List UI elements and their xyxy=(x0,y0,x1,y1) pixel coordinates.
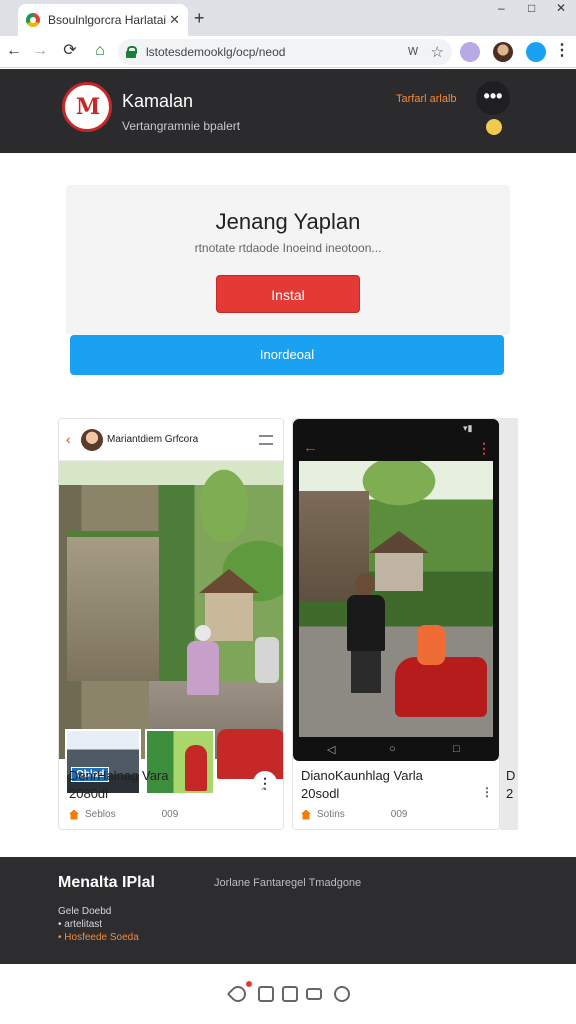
card-more-icon[interactable]: ⋮ xyxy=(481,785,493,799)
install-subtitle: rtnotate rtdaode Inoeind ineotoon... xyxy=(194,241,382,255)
refresh-icon[interactable] xyxy=(334,986,350,1002)
meta-label: Seblos xyxy=(85,809,116,820)
extension-icon[interactable] xyxy=(460,42,480,62)
site-footer: Menalta IPlal Jorlane Fantaregel Tmadgon… xyxy=(0,857,576,964)
mail-icon[interactable] xyxy=(306,988,322,1000)
footer-link[interactable]: • artelitast xyxy=(58,918,139,931)
post-header: ‹ Mariantdiem Grfcora xyxy=(59,419,283,461)
meta-count: 009 xyxy=(161,809,179,820)
site-logo[interactable]: M xyxy=(62,82,112,132)
photo-motorbike xyxy=(395,657,487,717)
profile-avatar[interactable] xyxy=(493,42,513,62)
phone-back-icon[interactable]: ← xyxy=(303,439,318,456)
avatar[interactable] xyxy=(81,429,103,451)
new-tab-button[interactable]: + xyxy=(194,8,205,28)
card-meta: Seblos 009 xyxy=(69,809,178,820)
footer-link[interactable]: Gele Doebd xyxy=(58,905,139,918)
phone-nav-bar: ◁ ○ □ xyxy=(293,741,499,761)
photo-car xyxy=(217,729,283,779)
forward-icon[interactable]: → xyxy=(30,40,50,62)
footer-brand: Menalta IPlal xyxy=(58,874,155,891)
thumbnail-2[interactable] xyxy=(145,729,215,795)
phone-menu-icon[interactable]: ⋮ xyxy=(477,440,491,457)
chevron-up-icon[interactable]: ⌃ xyxy=(259,785,269,799)
menu-icon[interactable] xyxy=(259,435,273,445)
peek-letter: D xyxy=(506,768,516,783)
site-header: M Kamalan Vertangramnie bpalert Tarfarl … xyxy=(0,69,576,153)
more-options-button[interactable]: ••• xyxy=(476,81,510,115)
post-photo[interactable]: Oblad ⋮ xyxy=(59,461,283,795)
meta-count: 009 xyxy=(390,809,408,820)
reload-icon[interactable]: ⟳ xyxy=(60,40,80,62)
footer-links: Gele Doebd • artelitast • Hosfeede Soeda xyxy=(58,905,139,944)
url-text: lstotesdemooklg/ocp/neod xyxy=(146,45,286,59)
footer-link[interactable]: • Hosfeede Soeda xyxy=(58,931,139,944)
save-icon[interactable] xyxy=(258,986,274,1002)
active-tab[interactable]: Bsoulnlgorcra Harlatai ✕ xyxy=(18,4,188,36)
site-tagline: Vertangramnie bpalert xyxy=(122,119,241,133)
browser-toolbar: ← → ⟳ ⌂ lstotesdemooklg/ocp/neod Ꮃ ☆ ⋮ xyxy=(0,36,576,68)
phone-app-bar: ← ⋮ xyxy=(293,437,499,463)
translate-icon[interactable]: Ꮃ xyxy=(408,46,419,59)
photo-rider xyxy=(255,637,279,683)
phone-photo xyxy=(299,461,493,737)
card-year: 20sodl xyxy=(301,786,340,801)
phone-screenshot[interactable]: ▾▮ ← ⋮ ◁ ○ □ xyxy=(293,419,499,761)
chrome-favicon-icon xyxy=(26,13,40,27)
phone-status-bar: ▾▮ xyxy=(293,419,499,437)
meta-label: Sotins xyxy=(317,809,345,820)
sync-icon[interactable] xyxy=(526,42,546,62)
peek-letter: 2 xyxy=(506,786,514,801)
notification-badge-icon[interactable] xyxy=(486,119,502,135)
card-year: 2080dl xyxy=(69,786,109,801)
close-window-icon[interactable]: ✕ xyxy=(556,2,566,16)
minimize-icon[interactable]: – xyxy=(498,2,505,16)
nav-back-icon[interactable]: ◁ xyxy=(327,743,335,756)
tab-title: Bsoulnlgorcra Harlatai xyxy=(48,13,166,27)
site-name: Kamalan xyxy=(122,91,194,111)
doc-icon[interactable] xyxy=(282,986,298,1002)
card-meta: Sotins 009 xyxy=(301,809,407,820)
tab-strip: Bsoulnlgorcra Harlatai ✕ + – □ ✕ xyxy=(0,0,576,36)
bottom-icon-bar xyxy=(0,964,576,1024)
maximize-icon[interactable]: □ xyxy=(528,2,535,16)
install-button[interactable]: Instal xyxy=(216,275,360,313)
home-icon xyxy=(69,809,79,820)
notification-dot xyxy=(246,981,252,987)
post-card-peek[interactable]: D 2 xyxy=(500,418,518,830)
download-button[interactable]: Inordeoal xyxy=(70,335,504,375)
address-bar[interactable]: lstotesdemooklg/ocp/neod Ꮃ ☆ xyxy=(118,39,452,65)
home-icon xyxy=(301,809,311,820)
card-title[interactable]: DianoKaunhlag Varla xyxy=(301,767,423,785)
bookmark-star-icon[interactable]: ☆ xyxy=(431,43,444,61)
post-author[interactable]: Mariantdiem Grfcora xyxy=(107,434,198,445)
lock-icon xyxy=(126,46,137,58)
footer-description: Jorlane Fantaregel Tmadgone xyxy=(214,877,362,889)
post-card-1[interactable]: ‹ Mariantdiem Grfcora Oblad ⋮ DenrHalnag… xyxy=(58,418,284,830)
photo-person xyxy=(185,625,221,695)
photo-wall xyxy=(67,531,159,681)
close-tab-icon[interactable]: ✕ xyxy=(169,12,180,28)
post-card-2[interactable]: ▾▮ ← ⋮ ◁ ○ □ DianoKaunhlag Varla 20sodl … xyxy=(292,418,500,830)
photo-man xyxy=(343,573,389,693)
signal-icon: ▾▮ xyxy=(463,423,473,433)
back-icon[interactable]: ← xyxy=(4,40,24,62)
nav-recent-icon[interactable]: □ xyxy=(453,743,460,755)
install-title: Jenang Yaplan xyxy=(215,209,361,234)
nav-home-icon[interactable]: ○ xyxy=(389,743,396,755)
back-icon[interactable]: ‹ xyxy=(66,431,71,447)
header-link[interactable]: Tarfarl arlalb xyxy=(396,93,457,105)
home-icon[interactable]: ⌂ xyxy=(90,40,110,62)
card-title[interactable]: DenrHalnag Vara xyxy=(69,767,168,785)
photo-rider xyxy=(417,625,445,665)
install-card: Jenang Yaplan rtnotate rtdaode Inoeind i… xyxy=(66,185,510,335)
browser-menu-icon[interactable]: ⋮ xyxy=(552,40,572,62)
